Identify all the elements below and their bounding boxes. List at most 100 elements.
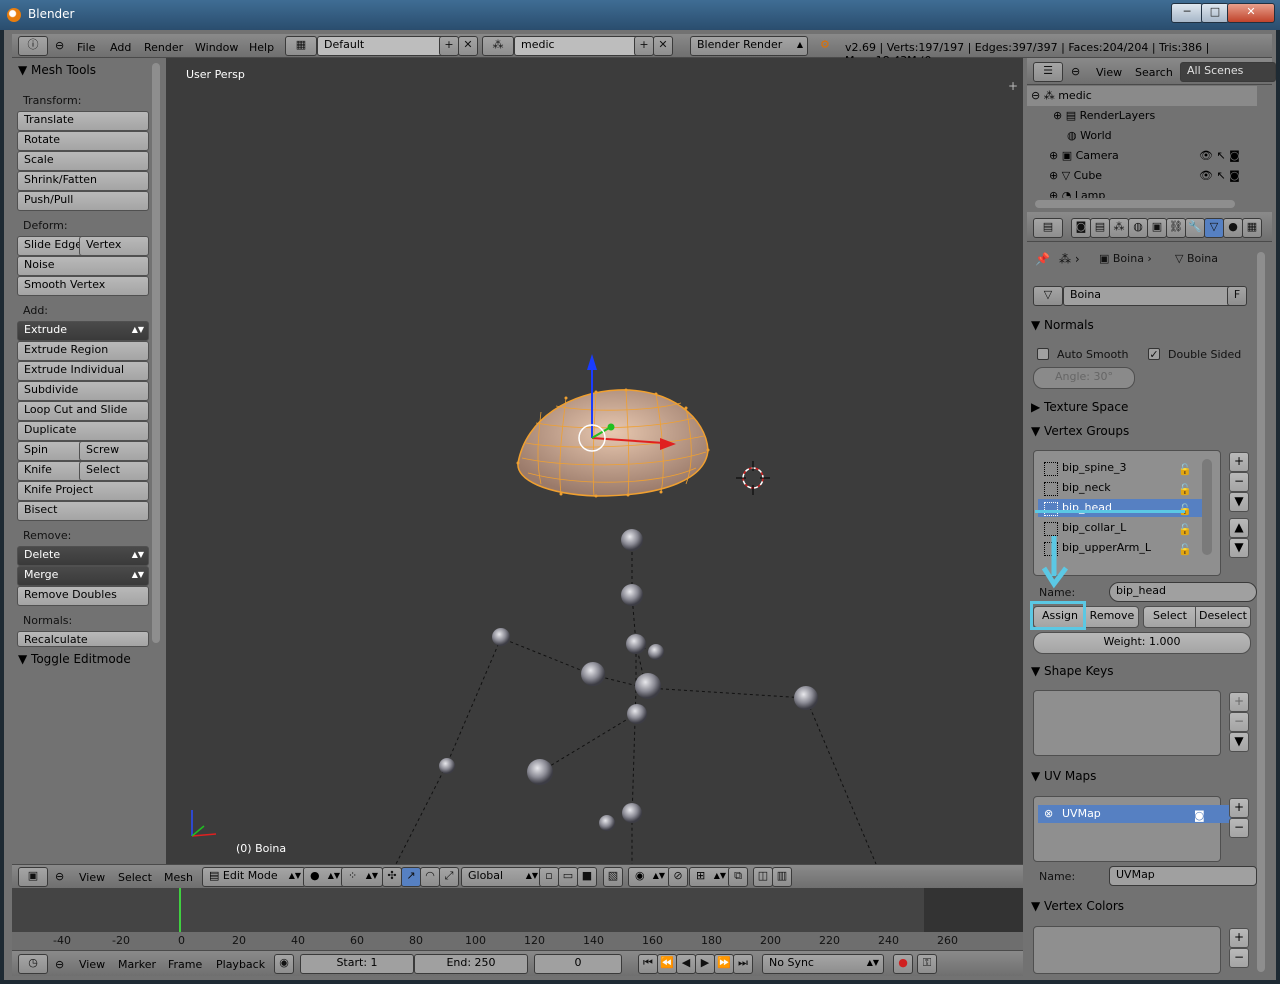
loop-cut-button[interactable]: Loop Cut and Slide — [17, 401, 149, 421]
menu-mesh[interactable]: Mesh — [164, 871, 193, 884]
noise-button[interactable]: Noise — [17, 256, 149, 276]
rotate-manipulator-icon[interactable]: ◠ — [420, 867, 440, 887]
menu-playback[interactable]: Playback — [216, 958, 265, 971]
unlock-icon[interactable]: 🔓 — [1178, 521, 1192, 539]
merge-dropdown[interactable]: Merge ▲▼ — [17, 566, 149, 586]
remove-uv-map-icon[interactable]: − — [1229, 818, 1249, 838]
tab-texture-icon[interactable]: ▦ — [1242, 218, 1262, 238]
transform-orientation-dropdown[interactable]: Global ▲▼ — [461, 867, 543, 887]
jump-start-icon[interactable]: ⏮ — [638, 954, 658, 974]
outliner-row-lamp[interactable]: ⊕ ◔ Lamp — [1027, 186, 1257, 198]
tab-material-icon[interactable]: ● — [1223, 218, 1243, 238]
spin-button[interactable]: Spin — [17, 441, 87, 461]
smooth-vertex-button[interactable]: Smooth Vertex — [17, 276, 149, 296]
add-vertex-color-icon[interactable]: + — [1229, 928, 1249, 948]
opengl-render-icon[interactable]: ◫ — [753, 867, 773, 887]
double-sided-checkbox[interactable]: ✓ — [1148, 348, 1160, 360]
add-scene-icon[interactable]: + — [634, 36, 654, 56]
current-frame-line[interactable] — [179, 888, 181, 938]
tab-render-icon[interactable]: ◙ — [1071, 218, 1091, 238]
pivot-point-dropdown[interactable]: ⁘ ▲▼ — [341, 867, 383, 887]
jump-keyframe-forward-icon[interactable]: ⏩ — [714, 954, 734, 974]
tab-scene-icon[interactable]: ⁂ — [1109, 218, 1129, 238]
outliner-display-mode-dropdown[interactable]: All Scenes — [1180, 62, 1276, 82]
recalculate-button[interactable]: Recalculate — [17, 631, 149, 647]
manipulator-toggle-icon[interactable]: ✣ — [382, 867, 402, 887]
collapse-menu-icon[interactable]: ⊖ — [55, 39, 64, 52]
menu-window[interactable]: Window — [195, 41, 238, 54]
sync-mode-dropdown[interactable]: No Sync ▲▼ — [762, 954, 884, 974]
editor-type-outliner-icon[interactable]: ☰ — [1033, 62, 1063, 82]
screen-layout-field[interactable]: Default — [317, 36, 445, 56]
remove-doubles-button[interactable]: Remove Doubles — [17, 586, 149, 606]
proportional-edit-dropdown[interactable]: ◉ ▲▼ — [628, 867, 670, 887]
editor-type-timeline-icon[interactable]: ◷ — [18, 954, 48, 974]
close-button[interactable]: ✕ — [1227, 3, 1275, 23]
remove-from-group-button[interactable]: Remove — [1085, 606, 1139, 628]
menu-view[interactable]: View — [79, 958, 105, 971]
editor-type-properties-icon[interactable]: ▤ — [1033, 218, 1063, 238]
select-group-button[interactable]: Select — [1143, 606, 1197, 628]
translate-button[interactable]: Translate — [17, 111, 149, 131]
visibility-eye-icon[interactable]: 👁 ↖ ◙ — [1199, 146, 1240, 166]
outliner-row-camera[interactable]: ⊕ ▣ Camera 👁 ↖ ◙ — [1027, 146, 1257, 166]
timeline-ruler[interactable]: -40 -20 0 20 40 60 80 100 120 140 160 18… — [12, 932, 1023, 950]
outliner-row-scene[interactable]: ⊖ ⁂ medic — [1027, 86, 1257, 106]
outliner-row-cube[interactable]: ⊕ ▽ Cube 👁 ↖ ◙ — [1027, 166, 1257, 186]
subdivide-button[interactable]: Subdivide — [17, 381, 149, 401]
weight-slider[interactable]: Weight: 1.000 — [1033, 632, 1251, 654]
knife-project-button[interactable]: Knife Project — [17, 481, 149, 501]
jump-end-icon[interactable]: ⏭ — [733, 954, 753, 974]
tab-world-icon[interactable]: ◍ — [1128, 218, 1148, 238]
visibility-eye-icon[interactable]: 👁 ↖ ◙ — [1199, 166, 1240, 186]
remove-vertex-group-icon[interactable]: − — [1229, 472, 1249, 492]
menu-add[interactable]: Add — [110, 41, 131, 54]
add-shape-key-icon[interactable]: + — [1229, 692, 1249, 712]
menu-view[interactable]: View — [79, 871, 105, 884]
jump-keyframe-back-icon[interactable]: ⏪ — [657, 954, 677, 974]
shape-keys-panel-header[interactable]: ▼ Shape Keys — [1031, 660, 1249, 682]
unlock-icon[interactable]: 🔓 — [1178, 461, 1192, 479]
translate-manipulator-icon[interactable]: ↗ — [401, 867, 421, 887]
play-reverse-icon[interactable]: ◀ — [676, 954, 696, 974]
end-frame-field[interactable]: End: 250 — [414, 954, 528, 974]
unlock-icon[interactable]: 🔓 — [1178, 541, 1192, 559]
outliner-scrollbar[interactable] — [1035, 200, 1235, 208]
uv-map-item-selected[interactable]: ⊗ UVMap ◙ — [1038, 805, 1232, 823]
use-preview-range-icon[interactable]: ◉ — [274, 954, 294, 974]
face-select-icon[interactable]: ■ — [577, 867, 597, 887]
maximize-button[interactable]: □ — [1201, 3, 1229, 23]
move-up-icon[interactable]: ▲ — [1229, 518, 1249, 538]
shape-key-specials-icon[interactable]: ▼ — [1229, 732, 1249, 752]
record-icon[interactable]: ● — [893, 954, 913, 974]
slide-edge-button[interactable]: Slide Edge — [17, 236, 87, 256]
tab-constraints-icon[interactable]: ⛓ — [1166, 218, 1186, 238]
render-engine-dropdown[interactable]: Blender Render ▲ — [690, 36, 808, 56]
edge-select-icon[interactable]: ▭ — [558, 867, 578, 887]
slide-vertex-button[interactable]: Vertex — [79, 236, 149, 256]
remove-vertex-color-icon[interactable]: − — [1229, 948, 1249, 968]
editor-type-3d-icon[interactable]: ▣ — [18, 867, 48, 887]
outliner-row-world[interactable]: ◍ World — [1027, 126, 1257, 146]
menu-search[interactable]: Search — [1135, 66, 1173, 79]
scene-icon[interactable]: ⁂ — [482, 36, 514, 56]
unlock-icon[interactable]: 🔓 — [1178, 481, 1192, 499]
vertex-select-icon[interactable]: ▫ — [539, 867, 559, 887]
tab-mesh-data-icon[interactable]: ▽ — [1204, 218, 1224, 238]
remove-shape-key-icon[interactable]: − — [1229, 712, 1249, 732]
remove-scene-icon[interactable]: ✕ — [653, 36, 673, 56]
mesh-tools-header[interactable]: ▼ Mesh Tools — [18, 63, 96, 77]
normals-panel-header[interactable]: ▼ Normals — [1031, 314, 1249, 336]
extrude-dropdown[interactable]: Extrude ▲▼ — [17, 321, 149, 341]
editor-type-info-icon[interactable]: ⓘ — [18, 36, 48, 56]
viewport-corner-plus-icon[interactable]: + — [1008, 79, 1018, 93]
shrink-fatten-button[interactable]: Shrink/Fatten — [17, 171, 149, 191]
vertex-group-item[interactable]: bip_spine_3 🔓 — [1038, 459, 1212, 477]
vertex-group-item[interactable]: bip_neck 🔓 — [1038, 479, 1212, 497]
toolshelf-scrollbar[interactable] — [152, 63, 160, 643]
vertex-groups-scrollbar[interactable] — [1202, 459, 1212, 555]
uv-name-field[interactable]: UVMap — [1109, 866, 1257, 886]
texture-space-panel-header[interactable]: ▶ Texture Space — [1031, 396, 1249, 418]
delete-dropdown[interactable]: Delete ▲▼ — [17, 546, 149, 566]
properties-scrollbar[interactable] — [1257, 252, 1265, 972]
